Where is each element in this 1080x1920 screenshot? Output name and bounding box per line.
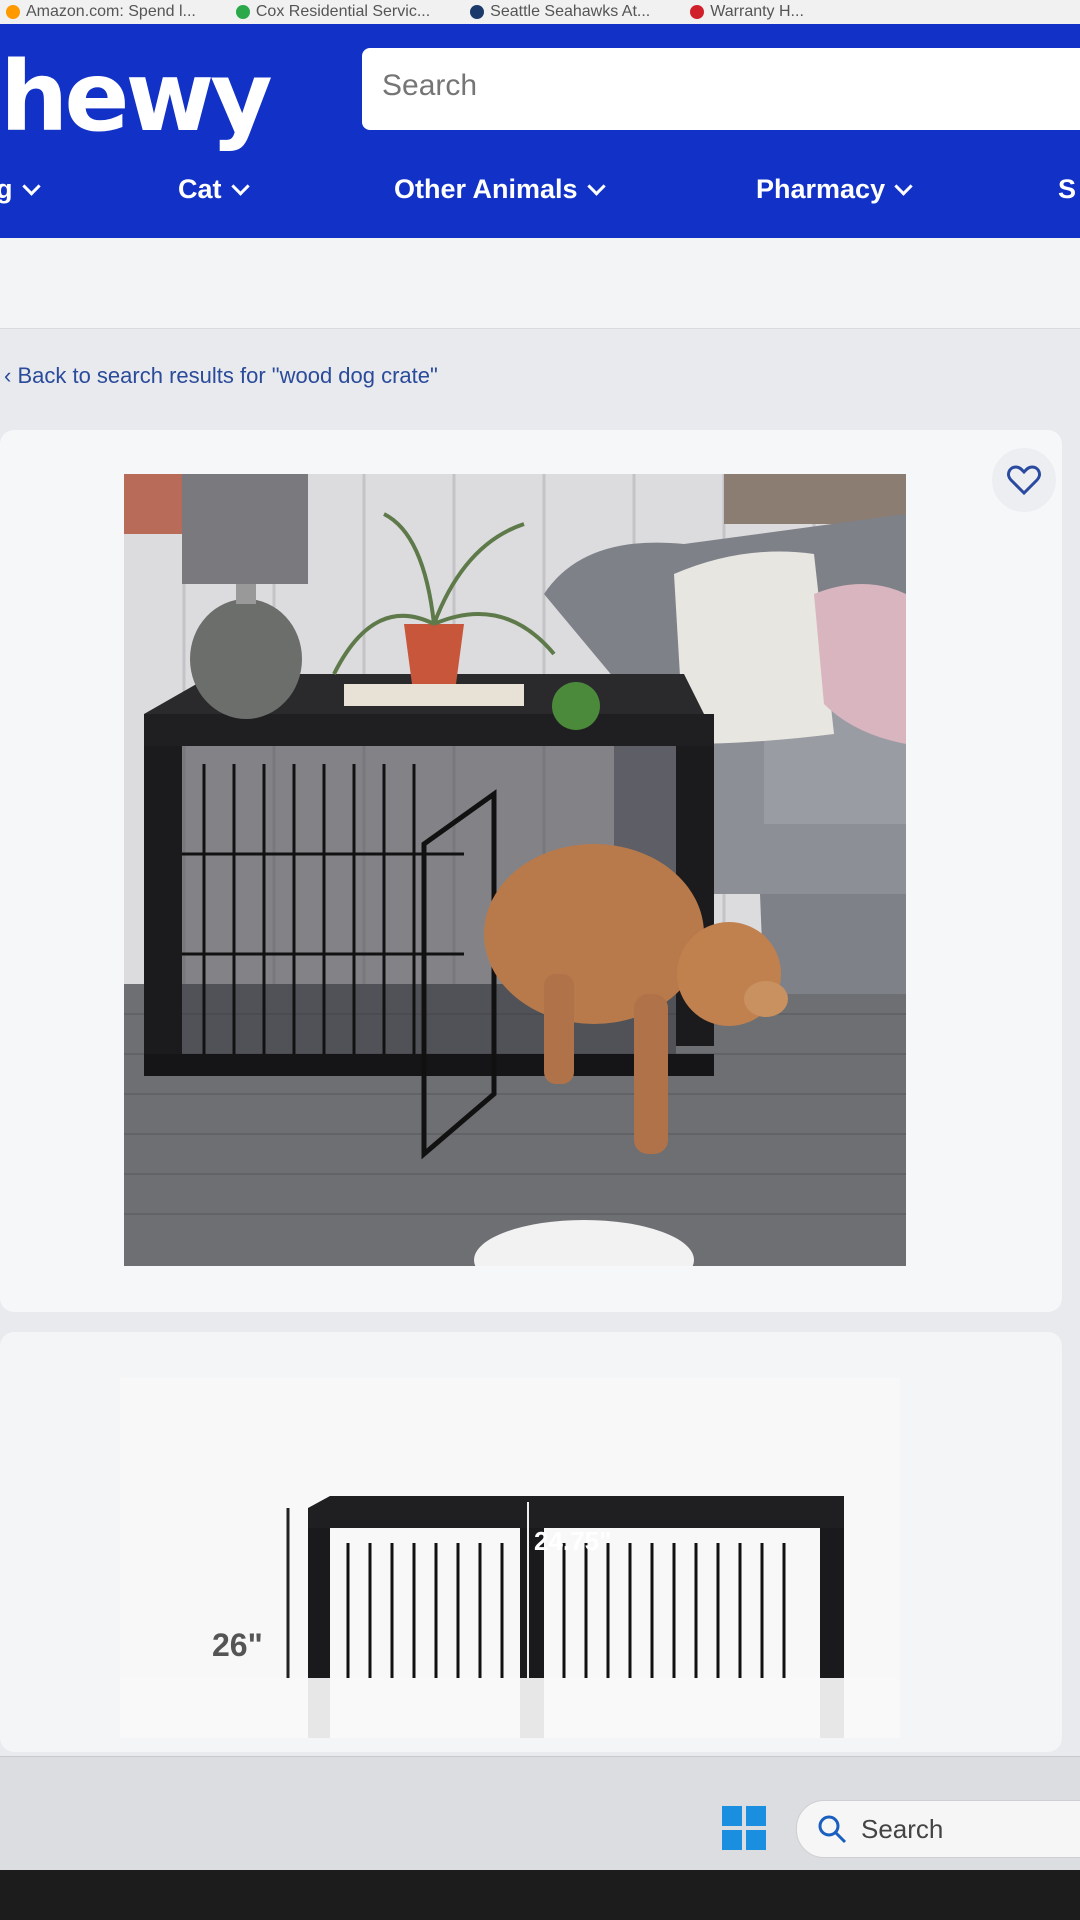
nav-label: S xyxy=(1058,174,1077,204)
chewy-logo[interactable]: hewy xyxy=(0,42,273,152)
search-box[interactable] xyxy=(362,48,1080,130)
bookmark-label: Warranty H... xyxy=(710,3,804,20)
dog-crate-illustration xyxy=(124,474,906,1266)
promo-band xyxy=(0,238,1080,329)
bookmark-seahawks[interactable]: Seattle Seahawks At... xyxy=(470,3,650,21)
search-input[interactable] xyxy=(380,68,1064,104)
nav-item-pharmacy[interactable]: Pharmacy xyxy=(756,174,913,205)
chevron-down-icon xyxy=(230,177,250,196)
main-nav: g Cat Other Animals Pharmacy S xyxy=(0,174,1080,224)
favorite-button[interactable] xyxy=(992,448,1056,512)
browser-screen: Amazon.com: Spend l... Cox Residential S… xyxy=(0,0,1080,1870)
nav-item-more[interactable]: S xyxy=(1058,174,1076,205)
bookmarks-bar: Amazon.com: Spend l... Cox Residential S… xyxy=(0,0,1080,25)
nav-item-cat[interactable]: Cat xyxy=(178,174,250,205)
bookmark-label: Amazon.com: Spend l... xyxy=(26,3,196,20)
taskbar-search[interactable]: Search xyxy=(796,1800,1080,1858)
bookmark-favicon xyxy=(470,5,485,19)
taskbar-search-label: Search xyxy=(861,1813,944,1844)
back-link-text: Back to search results for "wood dog cra… xyxy=(17,363,438,388)
bookmark-label: Cox Residential Servic... xyxy=(255,3,431,20)
chevron-down-icon xyxy=(894,177,913,196)
bookmark-label: Seattle Seahawks At... xyxy=(490,3,651,20)
chevron-down-icon xyxy=(586,177,606,196)
site-header: hewy g Cat Other Animals Pharmacy S xyxy=(0,24,1080,238)
windows-start-icon[interactable] xyxy=(722,1806,766,1850)
bookmark-favicon xyxy=(235,5,250,19)
crate-dimensions-illustration: 26" 24.75" xyxy=(120,1496,900,1738)
bookmark-warranty[interactable]: Warranty H... xyxy=(690,3,804,21)
dimension-image[interactable]: 26" 24.75" xyxy=(120,1378,900,1738)
nav-label: Pharmacy xyxy=(756,174,886,204)
nav-label: g xyxy=(0,174,13,204)
heart-icon xyxy=(1007,465,1041,495)
chevron-left-icon: ‹ xyxy=(4,363,18,388)
bookmark-favicon xyxy=(690,5,705,19)
product-photo[interactable] xyxy=(124,474,906,1266)
bookmark-cox[interactable]: Cox Residential Servic... xyxy=(235,3,431,21)
bookmark-favicon xyxy=(6,5,20,19)
nav-label: Other Animals xyxy=(394,174,578,204)
chevron-down-icon xyxy=(21,177,41,196)
depth-dimension-label: 24.75" xyxy=(534,1526,611,1556)
height-dimension-label: 26" xyxy=(212,1627,263,1663)
search-icon xyxy=(818,1815,847,1844)
nav-item-other-animals[interactable]: Other Animals xyxy=(394,174,606,205)
bookmark-amazon[interactable]: Amazon.com: Spend l... xyxy=(6,3,196,21)
back-to-results-link[interactable]: ‹ Back to search results for "wood dog c… xyxy=(4,363,438,389)
nav-item-dog[interactable]: g xyxy=(0,174,41,205)
nav-label: Cat xyxy=(178,174,222,204)
